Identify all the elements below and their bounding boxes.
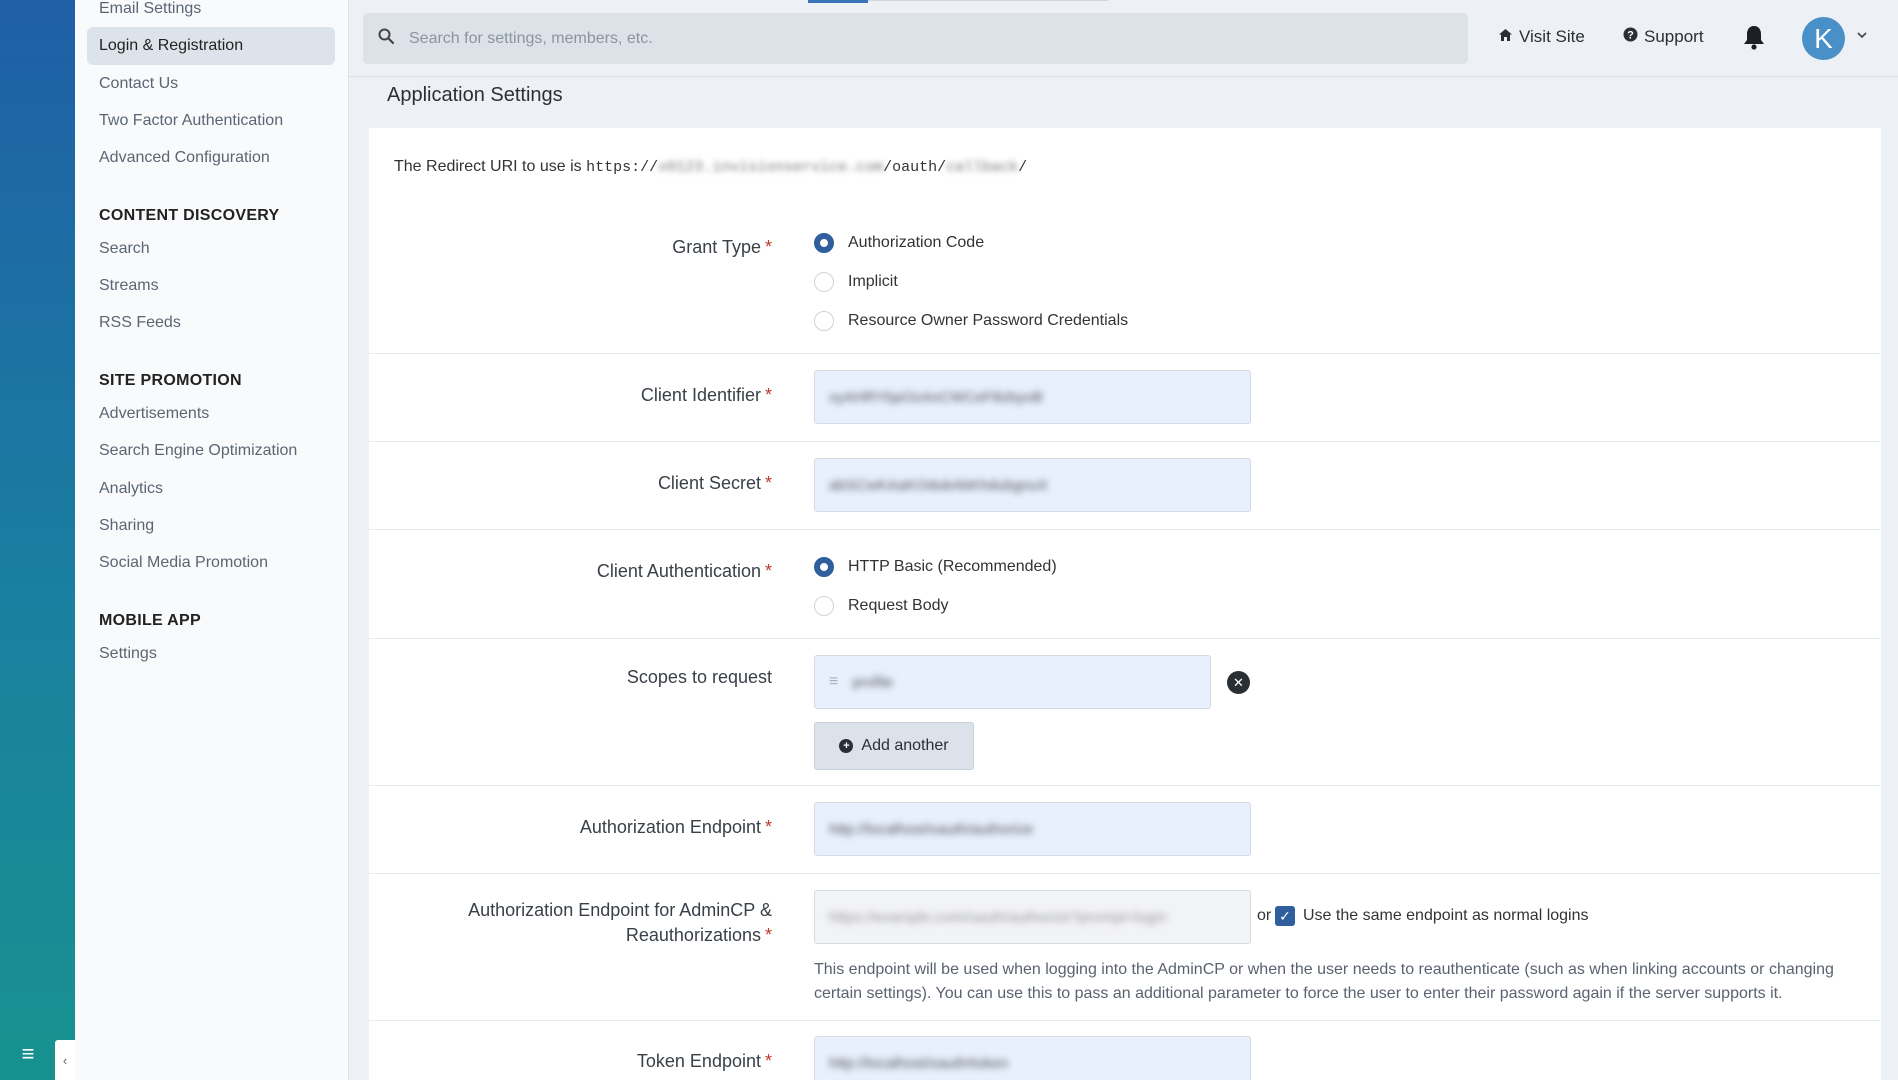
user-avatar[interactable]: K: [1802, 17, 1845, 60]
sidebar-item-contact-us[interactable]: Contact Us: [87, 65, 335, 103]
client-secret-field[interactable]: abSCwKAaKOdukAbKhdubgnuX: [814, 458, 1251, 512]
radio-unselected-icon[interactable]: [814, 272, 834, 292]
radio-selected-icon[interactable]: [814, 557, 834, 577]
sidebar-heading-mobile-app: MOBILE APP: [99, 612, 201, 629]
visit-site-link[interactable]: Visit Site: [1498, 27, 1585, 47]
row-divider: [369, 873, 1881, 874]
sidebar-item-analytics[interactable]: Analytics: [87, 470, 335, 508]
row-divider: [369, 353, 1881, 354]
collapse-sidebar-icon[interactable]: ‹: [55, 1040, 75, 1080]
radio-selected-icon[interactable]: [814, 233, 834, 253]
row-divider: [369, 638, 1881, 639]
client-secret-label: Client Secret *: [657, 473, 772, 493]
chevron-down-icon[interactable]: [1857, 28, 1867, 42]
sidebar-item-sharing[interactable]: Sharing: [87, 507, 335, 545]
same-endpoint-checkbox[interactable]: ✓: [1275, 906, 1295, 926]
redirect-uri-scheme: https://: [586, 159, 659, 176]
same-endpoint-label: Use the same endpoint as normal logins: [1303, 907, 1589, 924]
support-label: Support: [1644, 27, 1704, 46]
authorization-endpoint-admin-field[interactable]: https://example.com/oauth/authorize?prom…: [814, 890, 1251, 944]
hamburger-menu-icon[interactable]: ≡: [14, 1042, 42, 1066]
client-identifier-field[interactable]: xyAHRYbpOzAnCWCeF8zbyoB: [814, 370, 1251, 424]
settings-panel: The Redirect URI to use is https://x0123…: [369, 128, 1881, 1080]
scopes-label: Scopes to request: [626, 667, 772, 687]
sidebar-item-two-factor[interactable]: Two Factor Authentication: [87, 102, 335, 140]
add-another-button[interactable]: + Add another: [814, 722, 974, 770]
tab-indicator: [808, 0, 868, 3]
authorization-endpoint-field[interactable]: http://localhost/oauth/authorize: [814, 802, 1251, 856]
visit-site-label: Visit Site: [1519, 27, 1585, 46]
settings-sidebar: Email Settings Login & Registration Cont…: [75, 0, 349, 1080]
sidebar-item-streams[interactable]: Streams: [87, 267, 335, 305]
tab-indicator-track: [868, 0, 1108, 1]
authorization-endpoint-label: Authorization Endpoint *: [579, 817, 772, 837]
page-title: Application Settings: [387, 84, 563, 106]
sidebar-item-search[interactable]: Search: [87, 230, 335, 268]
search-icon: [363, 28, 409, 49]
search-bar[interactable]: [363, 13, 1468, 64]
sidebar-heading-content-discovery: CONTENT DISCOVERY: [99, 207, 280, 224]
plus-circle-icon: +: [839, 739, 854, 753]
client-auth-option-request-body[interactable]: Request Body: [814, 596, 949, 616]
sidebar-heading-site-promotion: SITE PROMOTION: [99, 372, 242, 389]
remove-scope-icon[interactable]: ✕: [1227, 671, 1250, 694]
sidebar-item-social-media[interactable]: Social Media Promotion: [87, 544, 335, 582]
row-divider: [369, 1020, 1881, 1021]
token-endpoint-label: Token Endpoint *: [636, 1051, 772, 1071]
search-input[interactable]: [409, 29, 1409, 48]
sidebar-item-email-settings[interactable]: Email Settings: [87, 0, 335, 28]
radio-unselected-icon[interactable]: [814, 311, 834, 331]
sidebar-item-advanced-config[interactable]: Advanced Configuration: [87, 139, 335, 177]
client-authentication-label: Client Authentication *: [596, 561, 772, 581]
sidebar-item-mobile-settings[interactable]: Settings: [87, 635, 335, 673]
client-identifier-label: Client Identifier *: [640, 385, 772, 405]
grant-type-option-password-credentials[interactable]: Resource Owner Password Credentials: [814, 311, 1128, 331]
brand-strip: ≡ ‹: [0, 0, 75, 1080]
row-divider: [369, 529, 1881, 530]
redirect-uri-key: callback: [946, 159, 1019, 176]
sidebar-item-seo[interactable]: Search Engine Optimization: [87, 432, 335, 470]
redirect-uri-line: The Redirect URI to use is https://x0123…: [394, 158, 1027, 176]
or-text: or: [1257, 907, 1272, 924]
scope-field[interactable]: ≡ profile: [814, 655, 1211, 709]
drag-handle-icon[interactable]: ≡: [829, 673, 838, 691]
grant-type-option-authorization-code[interactable]: Authorization Code: [814, 233, 984, 253]
radio-unselected-icon[interactable]: [814, 596, 834, 616]
home-icon: [1498, 27, 1513, 47]
redirect-uri-end: /: [1018, 159, 1028, 176]
authorization-endpoint-admin-label: Authorization Endpoint for AdminCP & Rea…: [468, 900, 772, 945]
admin-endpoint-help-text: This endpoint will be used when logging …: [814, 961, 1834, 1002]
token-endpoint-field[interactable]: http://localhost/oauth/token: [814, 1036, 1251, 1080]
sidebar-item-rss-feeds[interactable]: RSS Feeds: [87, 304, 335, 342]
row-divider: [369, 441, 1881, 442]
row-divider: [369, 785, 1881, 786]
question-circle-icon: ?: [1623, 27, 1638, 47]
notifications-bell-icon[interactable]: [1742, 24, 1766, 57]
client-auth-option-http-basic[interactable]: HTTP Basic (Recommended): [814, 557, 1057, 577]
sidebar-item-login-registration[interactable]: Login & Registration: [87, 27, 335, 65]
top-bar: Visit Site ? Support K: [349, 0, 1898, 77]
svg-text:?: ?: [1627, 30, 1634, 42]
grant-type-label: Grant Type *: [672, 237, 772, 257]
redirect-uri-prefix: The Redirect URI to use is: [394, 158, 587, 175]
support-link[interactable]: ? Support: [1623, 27, 1704, 47]
redirect-uri-host: x0123.invisionservice.com: [658, 159, 884, 176]
grant-type-option-implicit[interactable]: Implicit: [814, 272, 898, 292]
redirect-uri-path: /oauth/: [883, 159, 947, 176]
sidebar-item-advertisements[interactable]: Advertisements: [87, 395, 335, 433]
